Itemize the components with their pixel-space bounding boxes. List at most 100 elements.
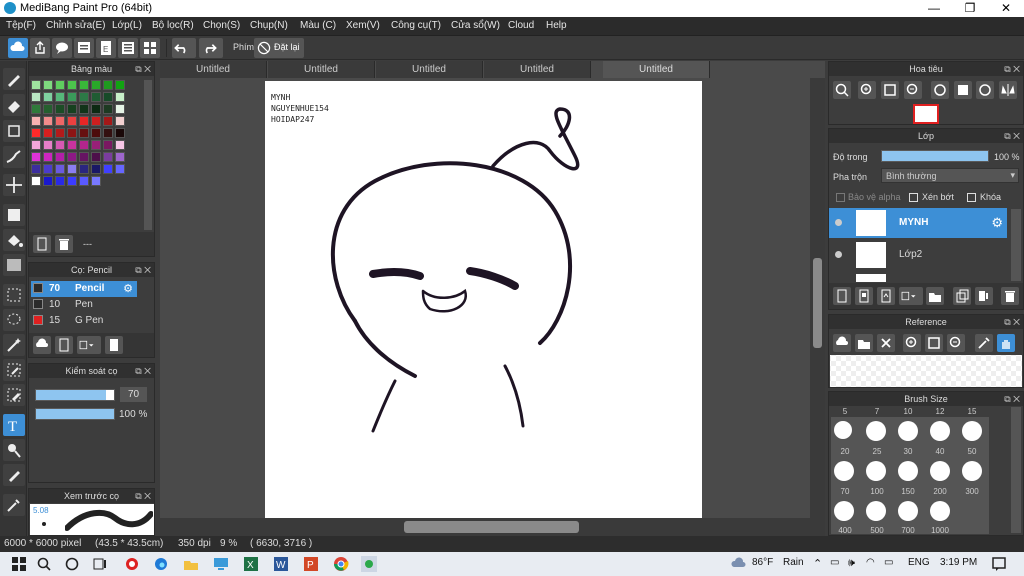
- color-swatch[interactable]: [31, 164, 41, 174]
- merge-layer-icon[interactable]: [975, 287, 993, 305]
- color-swatch[interactable]: [91, 176, 101, 186]
- wifi-icon[interactable]: ◠: [866, 557, 875, 568]
- operation-tool-icon[interactable]: [3, 439, 25, 461]
- bucket-tool-icon[interactable]: [3, 229, 25, 251]
- layer-opacity-slider[interactable]: [881, 150, 989, 162]
- medibang-taskbar-icon[interactable]: [360, 555, 378, 573]
- color-swatch[interactable]: [79, 92, 89, 102]
- fit-icon[interactable]: [881, 81, 899, 99]
- menu-tools[interactable]: Công cụ(T): [391, 20, 441, 31]
- zoom-in-icon[interactable]: [833, 81, 851, 99]
- new-layer-icon[interactable]: [833, 287, 851, 305]
- color-swatch[interactable]: [115, 152, 125, 162]
- tab-untitled-4[interactable]: Untitled: [484, 61, 591, 78]
- brush-item-pencil[interactable]: 70 Pencil ⚙: [31, 281, 137, 297]
- color-swatch[interactable]: [43, 164, 53, 174]
- brush-tool-icon[interactable]: [3, 68, 25, 90]
- color-swatch[interactable]: [31, 80, 41, 90]
- color-swatch[interactable]: [67, 92, 77, 102]
- brush-size-input[interactable]: 70: [120, 387, 147, 402]
- menu-filter[interactable]: Bộ lọc(R): [152, 20, 194, 31]
- color-swatch[interactable]: [79, 164, 89, 174]
- panel-controls-icon[interactable]: ⧉ ✕: [1004, 62, 1020, 76]
- tab-untitled-2[interactable]: Untitled: [268, 61, 375, 78]
- magic-wand-tool-icon[interactable]: [3, 334, 25, 356]
- tab-untitled-5[interactable]: Untitled: [603, 61, 710, 78]
- color-swatch[interactable]: [115, 140, 125, 150]
- weather-text[interactable]: Rain: [783, 557, 804, 568]
- folder-icon[interactable]: [926, 287, 944, 305]
- color-swatch[interactable]: [31, 176, 41, 186]
- color-swatch[interactable]: [91, 152, 101, 162]
- menu-view[interactable]: Xem(V): [346, 20, 380, 31]
- fullscreen-icon[interactable]: [954, 81, 972, 99]
- select-eraser-tool-icon[interactable]: [3, 384, 25, 406]
- layer-scrollbar[interactable]: [1011, 209, 1021, 281]
- new-brush-icon[interactable]: [55, 336, 73, 354]
- color-swatch[interactable]: [67, 164, 77, 174]
- task-view-icon[interactable]: [91, 555, 109, 573]
- color-swatch[interactable]: [55, 152, 65, 162]
- color-swatch[interactable]: [67, 128, 77, 138]
- menu-help[interactable]: Help: [546, 20, 567, 31]
- color-swatch[interactable]: [67, 152, 77, 162]
- file-explorer-icon[interactable]: [182, 555, 200, 573]
- panel-controls-icon[interactable]: ⧉ ✕: [135, 364, 151, 378]
- color-swatch[interactable]: [55, 116, 65, 126]
- panel-controls-icon[interactable]: ⧉ ✕: [1004, 129, 1020, 143]
- color-swatch[interactable]: [79, 176, 89, 186]
- new-halftone-layer-icon[interactable]: [855, 287, 873, 305]
- menu-window[interactable]: Cửa sổ(W): [451, 20, 500, 31]
- select-pen-tool-icon[interactable]: [3, 359, 25, 381]
- lasso-tool-icon[interactable]: [3, 309, 25, 331]
- brush-size-option[interactable]: 10: [894, 407, 922, 416]
- gear-icon[interactable]: ⚙: [123, 282, 133, 295]
- color-swatch[interactable]: [91, 164, 101, 174]
- color-swatch[interactable]: [103, 128, 113, 138]
- color-swatch[interactable]: [79, 80, 89, 90]
- reference-zoom-out-icon[interactable]: [947, 334, 965, 352]
- color-swatch[interactable]: [103, 92, 113, 102]
- line-tool-icon[interactable]: [3, 146, 25, 168]
- powerpoint-icon[interactable]: P: [302, 555, 320, 573]
- color-swatch[interactable]: [103, 104, 113, 114]
- reference-image-area[interactable]: [830, 355, 1022, 387]
- layer-row[interactable]: MYNH ⚙: [829, 208, 1007, 238]
- blend-mode-select[interactable]: Bình thường ▾: [881, 168, 1019, 183]
- color-swatch[interactable]: [31, 128, 41, 138]
- fill-rect-tool-icon[interactable]: [3, 204, 25, 226]
- tab-untitled-3[interactable]: Untitled: [376, 61, 483, 78]
- input-language[interactable]: ENG: [908, 557, 930, 568]
- menu-select[interactable]: Chọn(S): [203, 20, 240, 31]
- close-button[interactable]: ✕: [988, 0, 1024, 17]
- rotate-left-icon[interactable]: [931, 81, 949, 99]
- zoom-minus-icon[interactable]: [904, 81, 922, 99]
- color-swatch[interactable]: [31, 140, 41, 150]
- drawing-canvas[interactable]: MYNH NGUYENHUE154 HOIDAP247: [265, 81, 702, 518]
- trash-icon[interactable]: [55, 235, 73, 253]
- brush-item-gpen[interactable]: 15 G Pen: [31, 313, 137, 329]
- pen-nib-tool-icon[interactable]: [3, 464, 25, 486]
- color-swatch[interactable]: [115, 104, 125, 114]
- color-swatch[interactable]: [31, 152, 41, 162]
- brush-size-dot[interactable]: [930, 501, 950, 521]
- color-swatch[interactable]: [31, 92, 41, 102]
- color-swatch[interactable]: [91, 92, 101, 102]
- hand-icon[interactable]: [997, 334, 1015, 352]
- network-icon[interactable]: ▭: [830, 557, 839, 568]
- excel-icon[interactable]: X: [242, 555, 260, 573]
- visibility-icon[interactable]: [835, 251, 842, 258]
- cortana-icon[interactable]: [63, 555, 81, 573]
- brush-size-dot[interactable]: [962, 461, 982, 481]
- new-folder-layer-icon[interactable]: [877, 287, 895, 305]
- color-swatch[interactable]: [55, 140, 65, 150]
- move-tool-icon[interactable]: [3, 174, 25, 196]
- clipping-checkbox[interactable]: [909, 193, 918, 202]
- layer-row[interactable]: [829, 272, 1007, 282]
- close-reference-icon[interactable]: [877, 334, 895, 352]
- brush-size-dot[interactable]: [962, 421, 982, 441]
- brush-size-dot[interactable]: [834, 501, 854, 521]
- color-swatch[interactable]: [67, 104, 77, 114]
- brush-size-dot[interactable]: [834, 461, 854, 481]
- brush-opacity-slider[interactable]: [35, 408, 115, 420]
